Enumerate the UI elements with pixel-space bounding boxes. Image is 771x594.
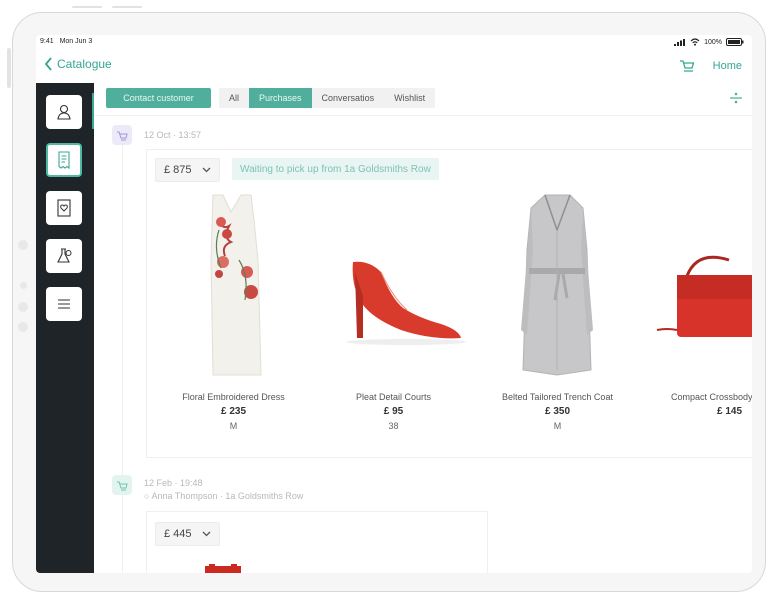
product-size: M — [229, 421, 238, 431]
sidebar-item-purchases[interactable] — [46, 143, 82, 177]
flask-icon — [57, 248, 72, 263]
product-price: £ 95 — [383, 406, 404, 417]
basket-icon — [117, 131, 128, 141]
device-dot — [18, 240, 28, 250]
product-item[interactable]: Floral Embroidered Dress £ 235 M — [151, 190, 316, 450]
device-dot — [20, 282, 27, 289]
cart-icon — [117, 481, 128, 491]
list-icon — [58, 299, 70, 309]
chevron-down-icon — [202, 531, 210, 537]
signal-icon — [674, 38, 686, 46]
tab-all[interactable]: All — [219, 88, 249, 108]
device-dot — [18, 322, 28, 332]
product-size: M — [553, 421, 562, 431]
filter-bar: Contact customer All Purchases Conversat… — [94, 83, 752, 116]
sidebar-item-customer[interactable] — [46, 95, 82, 129]
product-name: Compact Crossbody — [671, 392, 752, 402]
product-name: Belted Tailored Trench Coat — [502, 392, 613, 402]
home-link[interactable]: Home — [713, 60, 742, 72]
price-value: £ 445 — [164, 528, 192, 540]
device-edge — [72, 6, 102, 8]
product-price: £ 350 — [544, 406, 571, 417]
product-item[interactable]: Compact Crossbody £ 145 — [637, 190, 752, 450]
battery-label: 100% — [704, 38, 722, 46]
sidebar-item-notes[interactable] — [46, 239, 82, 273]
tab-purchases[interactable]: Purchases — [249, 88, 312, 108]
contact-customer-button[interactable]: Contact customer — [106, 88, 211, 108]
heart-card-icon — [57, 199, 71, 217]
app-screen: 9:41 Mon Jun 3 100% Catalogue Home Conta… — [36, 35, 752, 573]
pickup-status-badge: Waiting to pick up from 1a Goldsmiths Ro… — [232, 158, 439, 180]
device-dot — [18, 302, 28, 312]
sidebar-item-wishlist[interactable] — [46, 191, 82, 225]
purchase-card: £ 875 Waiting to pick up from 1a Goldsmi… — [146, 149, 752, 458]
tab-wishlist[interactable]: Wishlist — [384, 88, 435, 108]
product-price: £ 235 — [220, 406, 247, 417]
cart-icon[interactable] — [679, 59, 695, 73]
product-name: Floral Embroidered Dress — [182, 392, 285, 402]
purchase-timestamp: 12 Feb · 19:48 — [144, 478, 203, 488]
filter-icon[interactable] — [730, 92, 742, 104]
purchase-card: £ 445 — [146, 511, 488, 573]
price-value: £ 875 — [164, 164, 192, 176]
wifi-icon — [690, 38, 700, 46]
shoe-image — [346, 261, 466, 345]
person-icon — [57, 104, 71, 120]
sidebar-item-list[interactable] — [46, 287, 82, 321]
product-item[interactable]: Pleat Detail Courts £ 95 38 — [311, 190, 476, 450]
price-dropdown[interactable]: £ 445 — [155, 522, 220, 546]
product-size: 38 — [388, 421, 399, 431]
product-thumbnail — [205, 564, 241, 573]
purchase-entry-icon — [112, 125, 132, 145]
status-right: 100% — [674, 38, 744, 46]
back-label: Catalogue — [57, 57, 112, 71]
nav-right: Home — [679, 59, 742, 73]
receipt-icon — [58, 151, 70, 169]
device-edge — [112, 6, 142, 8]
timeline-line — [122, 133, 123, 573]
back-button[interactable]: Catalogue — [44, 57, 112, 71]
purchase-timestamp: 12 Oct · 13:57 — [144, 130, 202, 140]
bag-image — [656, 255, 752, 337]
product-price: £ 145 — [717, 406, 743, 417]
date-label: Mon Jun 3 — [59, 38, 93, 45]
coat-image — [521, 194, 593, 376]
dress-image — [210, 194, 262, 376]
status-time: 9:41 Mon Jun 3 — [40, 38, 92, 46]
chevron-down-icon — [202, 167, 210, 173]
product-item[interactable]: Belted Tailored Trench Coat £ 350 M — [475, 190, 640, 450]
sidebar — [36, 83, 94, 573]
filter-tabs: All Purchases Conversatios Wishlist — [219, 88, 436, 108]
location-label: Anna Thompson · 1a Goldsmiths Row — [151, 491, 304, 501]
location-icon: ○ — [144, 491, 150, 501]
chevron-left-icon — [44, 57, 52, 71]
purchase-location: ○ Anna Thompson · 1a Goldsmiths Row — [144, 491, 303, 501]
product-name: Pleat Detail Courts — [355, 392, 432, 402]
purchase-entry-icon — [112, 475, 132, 495]
time-label: 9:41 — [40, 38, 54, 45]
main-content: Contact customer All Purchases Conversat… — [94, 83, 752, 573]
status-bar: 9:41 Mon Jun 3 100% — [36, 35, 752, 53]
device-side-button — [7, 48, 11, 88]
price-dropdown[interactable]: £ 875 — [155, 158, 220, 182]
tab-conversations[interactable]: Conversatios — [312, 88, 385, 108]
navigation-bar: Catalogue Home — [36, 53, 752, 84]
battery-icon — [726, 38, 744, 46]
